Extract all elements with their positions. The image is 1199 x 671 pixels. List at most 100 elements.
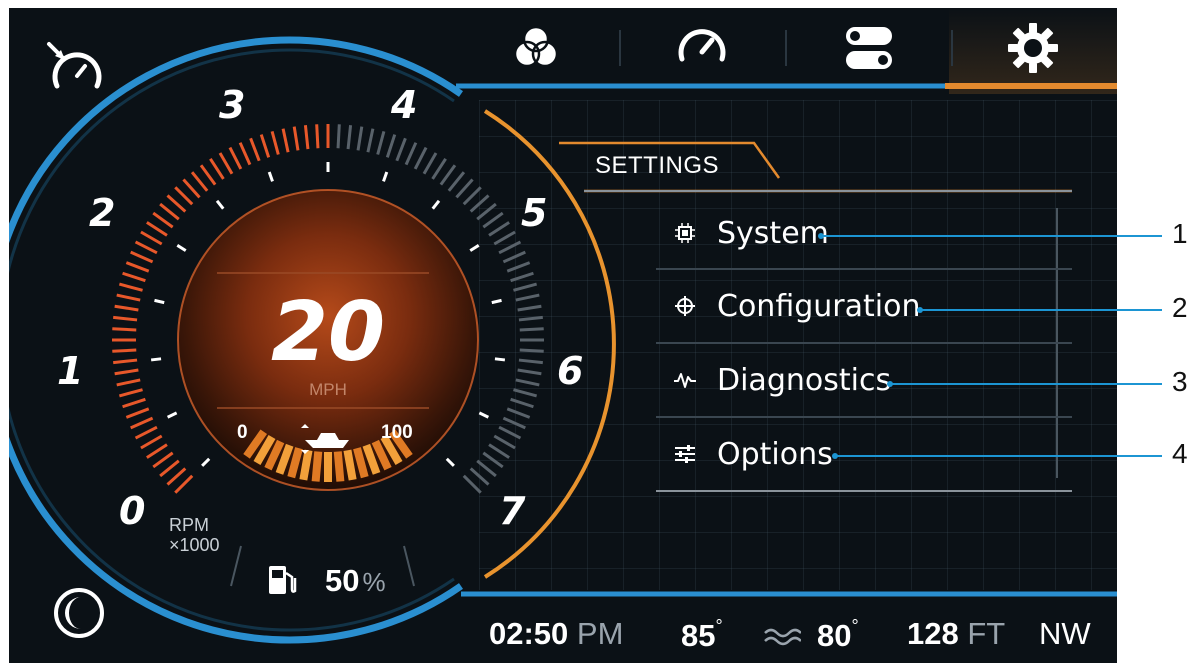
rpm-tick	[469, 467, 490, 486]
rpm-major-mark	[469, 244, 480, 252]
air-temp-value: 85	[681, 618, 716, 653]
speedometer-alert-icon[interactable]	[45, 40, 107, 98]
speed-unit: MPH	[309, 380, 347, 399]
rpm-tick	[462, 474, 482, 494]
rpm-tick	[303, 125, 310, 150]
menu-divider	[656, 268, 1072, 270]
menu-divider	[656, 416, 1072, 418]
rpm-label-4: 4	[391, 83, 418, 127]
rpm-tick	[404, 142, 418, 166]
menu-divider	[656, 342, 1072, 344]
rpm-tick	[315, 124, 320, 149]
rpm-tick	[159, 459, 180, 478]
menu-item-system[interactable]: System	[665, 208, 829, 258]
rpm-tick	[431, 158, 447, 180]
menu-item-diagnostics[interactable]: Diagnostics	[665, 355, 891, 405]
rpm-tick	[517, 368, 542, 376]
rpm-major-mark	[176, 244, 187, 252]
rpm-tick	[116, 293, 141, 302]
rpm-tick	[510, 271, 534, 283]
fuel-pump-icon	[269, 566, 297, 594]
dashboard-screen: 0 1 2 3 4 5 6 7 RPM ×1000 20 MPH 0 100 5…	[9, 8, 1117, 663]
rpm-tick	[146, 443, 168, 459]
time-value: 02:50	[489, 616, 569, 651]
rpm-tick	[113, 358, 138, 365]
rpm-tick	[281, 128, 290, 153]
rpm-tick	[152, 451, 174, 469]
sliders-icon	[665, 444, 705, 464]
fuel-level: 50%	[325, 563, 386, 599]
depth-value: 128	[907, 616, 959, 651]
trim-min-label: 0	[237, 422, 248, 443]
rpm-tick	[140, 230, 163, 246]
rpm-label-3: 3	[219, 83, 246, 127]
rpm-tick	[112, 327, 137, 332]
rpm-tick	[455, 178, 474, 199]
rpm-tick	[134, 240, 158, 255]
rpm-tick	[385, 134, 397, 158]
rpm-tick	[114, 368, 139, 376]
rpm-tick	[122, 271, 146, 283]
status-depth: 128 FT	[907, 616, 1005, 652]
rpm-tick	[130, 416, 154, 430]
rpm-label-7: 7	[499, 489, 526, 533]
rpm-tick	[174, 474, 194, 494]
rpm-tick	[366, 128, 375, 153]
rpm-tick	[519, 348, 544, 353]
water-waves-icon	[764, 628, 801, 646]
rpm-tick	[292, 126, 300, 151]
moon-icon[interactable]	[51, 585, 107, 641]
rpm-tick	[130, 250, 154, 264]
status-heading: NW	[1039, 616, 1091, 651]
rpm-tick	[190, 171, 209, 192]
gauge-cluster	[9, 36, 1117, 644]
rpm-major-mark	[445, 457, 455, 467]
rpm-tick	[518, 315, 543, 322]
rpm-tick	[125, 261, 150, 273]
rpm-tick	[502, 250, 526, 264]
rpm-tick	[482, 451, 504, 469]
rpm-label-1: 1	[57, 349, 84, 393]
rpm-major-mark	[150, 357, 162, 362]
rpm-tick	[259, 134, 271, 158]
rpm-tick	[228, 146, 243, 170]
rpm-tick	[502, 416, 526, 430]
callout-line-4	[836, 455, 1162, 457]
callout-number-1: 1	[1172, 218, 1188, 249]
rpm-tick	[482, 211, 504, 229]
rpm-tick	[506, 407, 531, 419]
rpm-tick	[166, 467, 187, 486]
rpm-major-mark	[382, 171, 389, 182]
fuel-value: 50	[325, 563, 360, 598]
menu-item-options[interactable]: Options	[665, 429, 833, 479]
rpm-unit: RPM ×1000	[169, 515, 220, 555]
rpm-tick	[174, 186, 194, 206]
rpm-tick	[152, 211, 174, 229]
callout-number-3: 3	[1172, 366, 1188, 397]
degree-symbol: °	[715, 616, 723, 636]
rpm-major-mark	[154, 298, 165, 305]
callout-line-3	[891, 383, 1162, 385]
trim-bar	[311, 451, 323, 482]
rpm-tick	[166, 194, 187, 213]
rpm-tick	[422, 152, 438, 175]
water-temp-value: 80	[817, 618, 852, 653]
fuel-unit: %	[362, 567, 386, 597]
rpm-tick	[513, 282, 538, 292]
rpm-tick	[506, 261, 531, 273]
rpm-tick	[439, 164, 457, 186]
boat-trim-icon	[301, 424, 349, 454]
rpm-tick	[513, 388, 538, 398]
rpm-tick	[114, 304, 139, 312]
rpm-tick	[113, 315, 138, 322]
menu-item-configuration[interactable]: Configuration	[665, 281, 920, 331]
status-air-temp: 85°	[681, 616, 723, 654]
rpm-tick	[270, 130, 280, 155]
rpm-tick	[488, 221, 510, 237]
menu-item-label: System	[717, 215, 829, 251]
time-ampm: PM	[576, 616, 624, 651]
menu-item-label: Options	[717, 436, 833, 472]
rpm-tick	[159, 202, 180, 221]
rpm-label-2: 2	[89, 191, 116, 235]
rpm-label-6: 6	[557, 349, 584, 393]
